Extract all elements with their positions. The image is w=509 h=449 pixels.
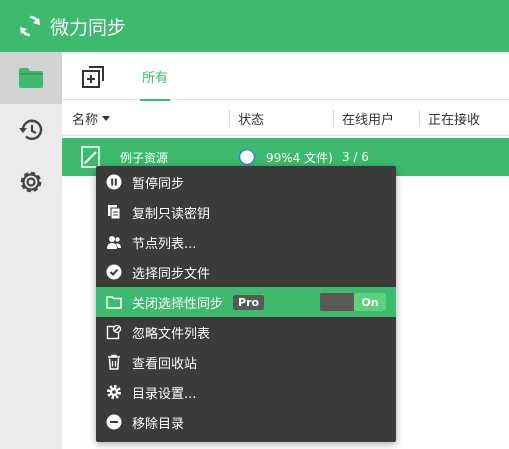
menu-item-label: 目录设置... (132, 386, 197, 402)
toolbar: 所有 (62, 52, 509, 101)
menu-item-label: 忽略文件列表 (132, 326, 211, 342)
menu-item-label: 暂停同步 (132, 176, 185, 192)
menu-item-node-list[interactable]: 节点列表... (96, 227, 396, 257)
menu-item-label: 复制只读密钥 (132, 206, 211, 222)
column-online-users-label: 在线用户 (342, 112, 395, 128)
gear-icon (20, 171, 42, 193)
add-folder-icon[interactable] (80, 64, 106, 90)
sidebar-item-settings[interactable] (0, 156, 62, 208)
menu-item-label: 关闭选择性同步 (132, 296, 224, 312)
menu-item-pause-sync[interactable]: 暂停同步 (96, 167, 396, 197)
history-icon (19, 119, 43, 140)
column-online-users[interactable]: 在线用户 (332, 100, 395, 136)
pause-icon (106, 174, 122, 190)
sidebar-item-history[interactable] (0, 104, 62, 156)
app-title: 微力同步 (50, 16, 127, 39)
menu-item-folder-settings[interactable]: 目录设置... (96, 377, 396, 407)
menu-item-ignore-list[interactable]: 忽略文件列表 (96, 317, 396, 347)
sync-logo-icon (20, 15, 40, 37)
copy-icon (106, 204, 122, 220)
column-name[interactable]: 名称 (72, 100, 111, 136)
folder-outline-icon (106, 294, 122, 310)
column-name-label: 名称 (72, 112, 99, 128)
tab-all[interactable]: 所有 (140, 52, 170, 101)
gear-icon (106, 384, 122, 400)
menu-item-remove-folder[interactable]: 移除目录 (96, 407, 396, 437)
title-bar: 微力同步 (0, 0, 509, 52)
menu-item-view-trash[interactable]: 查看回收站 (96, 347, 396, 377)
column-receiving-label: 正在接收 (428, 112, 481, 128)
users-icon (106, 234, 122, 250)
table-header: 名称 状态 在线用户 正在接收 (62, 100, 509, 136)
menu-item-label: 查看回收站 (132, 356, 198, 372)
folder-icon (19, 68, 43, 88)
check-circle-icon (106, 264, 122, 280)
menu-item-label: 节点列表... (132, 236, 197, 252)
trash-icon (106, 354, 122, 370)
ignore-icon (106, 324, 122, 340)
menu-item-label: 选择同步文件 (132, 266, 211, 282)
selective-sync-toggle[interactable]: On (320, 293, 386, 311)
menu-item-copy-readonly-key[interactable]: 复制只读密钥 (96, 197, 396, 227)
sidebar (0, 52, 62, 449)
sort-down-icon (102, 115, 111, 121)
menu-item-select-sync-files[interactable]: 选择同步文件 (96, 257, 396, 287)
column-receiving[interactable]: 正在接收 (418, 100, 481, 136)
pro-badge: Pro (233, 294, 265, 310)
toggle-on-label: On (354, 293, 386, 311)
remove-icon (106, 414, 122, 430)
menu-item-label: 移除目录 (132, 416, 185, 432)
context-menu: 暂停同步 复制只读密钥 节点列表... 选择同步文件 关闭选择性同步 Pro O… (96, 166, 396, 442)
column-status[interactable]: 状态 (228, 100, 265, 136)
sidebar-item-folders[interactable] (0, 52, 62, 104)
column-status-label: 状态 (238, 112, 265, 128)
menu-item-disable-selective-sync[interactable]: 关闭选择性同步 Pro On (96, 287, 396, 317)
